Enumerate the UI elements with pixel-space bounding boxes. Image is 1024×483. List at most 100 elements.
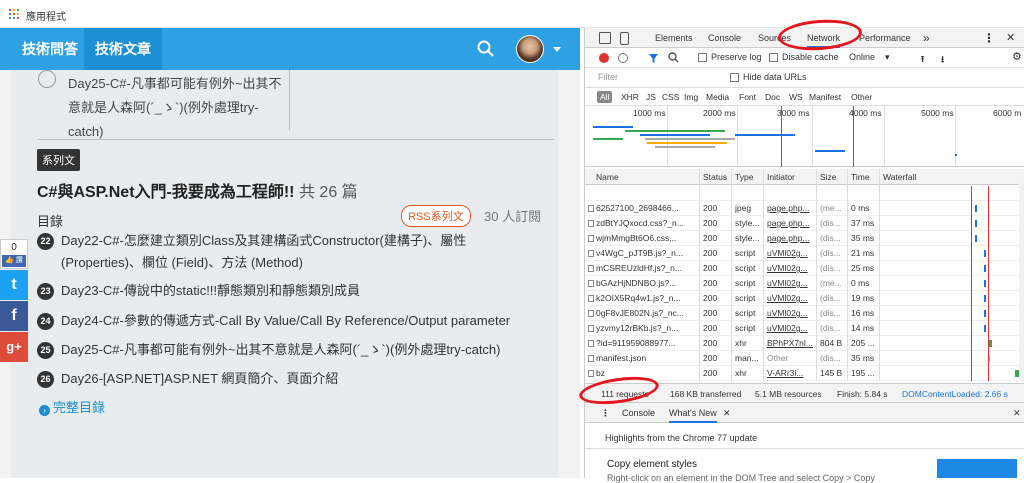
throttle-select[interactable]: Online	[849, 52, 875, 62]
type-other[interactable]: Other	[851, 92, 872, 102]
item-link[interactable]: Day25-C#-凡事都可能有例外~出其不意就是人森阿(´_ゝ`)(例外處理tr…	[61, 339, 531, 361]
list-item[interactable]: 22 Day22-C#-怎麼建立類別Class及其建構函式Constructor…	[37, 230, 517, 274]
table-row[interactable]: yzvmy12rBKb.js?_n... 200 script uVMl02g... (…	[585, 321, 1024, 336]
close-icon[interactable]: ✕	[1006, 28, 1015, 48]
facebook-icon[interactable]: f	[0, 301, 28, 331]
list-item[interactable]: 24 Day24-C#-參數的傳遞方式-Call By Value/Call B…	[37, 310, 517, 332]
gear-icon[interactable]: ⚙	[1012, 50, 1022, 63]
record-icon[interactable]	[599, 53, 609, 63]
col-waterfall[interactable]: Waterfall	[883, 172, 916, 182]
list-item[interactable]: 23 Day23-C#-傳說中的static!!!靜態類別和靜態類別成員	[37, 280, 517, 302]
cell-name[interactable]: wjmMmgBt6O6.css...	[596, 233, 696, 243]
type-img[interactable]: Img	[684, 92, 698, 102]
prev-article[interactable]: Day25-C#-凡事都可能有例外~出其不意就是人森阿(´_ゝ`)(例外處理tr…	[38, 70, 288, 144]
col-size[interactable]: Size	[820, 172, 837, 182]
type-ws[interactable]: WS	[789, 92, 803, 102]
type-font[interactable]: Font	[739, 92, 756, 102]
cell-name[interactable]: zdBtYJQxocd.css?_n...	[596, 218, 696, 228]
drawer-tab-whatsnew[interactable]: What's New	[669, 403, 717, 423]
cell-name[interactable]: bGAzHjNDNBO.js?...	[596, 278, 696, 288]
apps-icon[interactable]	[9, 9, 19, 19]
drawer-menu-icon[interactable]: ⋮	[601, 403, 610, 423]
cell-name[interactable]: v4WgC_pJT9B.js?_n...	[596, 248, 696, 258]
cell-init[interactable]: uVMl02g...	[767, 278, 815, 288]
cell-name[interactable]: bz	[596, 368, 696, 378]
table-row[interactable]: mCSREUzldHf.js?_n... 200 script uVMl02g... (…	[585, 261, 1024, 276]
col-name[interactable]: Name	[596, 172, 619, 182]
cell-init[interactable]: uVMl02g...	[767, 323, 815, 333]
tab-performance[interactable]: Performance	[859, 28, 911, 48]
table-row[interactable]: v4WgC_pJT9B.js?_n... 200 script uVMl02g... (…	[585, 246, 1024, 261]
full-toc-label[interactable]: 完整目錄	[53, 400, 105, 415]
table-row[interactable]: 62527100_2698466... 200 jpeg page.php... (me…	[585, 201, 1024, 216]
search-icon[interactable]	[668, 52, 679, 63]
full-toc-link[interactable]: › 完整目錄	[39, 397, 105, 416]
cell-name[interactable]: yzvmy12rBKb.js?_n...	[596, 323, 696, 333]
cell-name[interactable]: 0gF8vJE802N.js?_nc...	[596, 308, 696, 318]
list-item[interactable]: 26 Day26-[ASP.NET]ASP.NET 網頁簡介、頁面介紹	[37, 368, 517, 390]
item-link[interactable]: Day23-C#-傳說中的static!!!靜態類別和靜態類別成員	[61, 280, 531, 302]
cell-init[interactable]: uVMl02g...	[767, 248, 815, 258]
series-title[interactable]: C#與ASP.Net入門-我要成為工程師!! 共 26 篇	[37, 178, 358, 202]
google-plus-icon[interactable]: g+	[0, 332, 28, 362]
preserve-log-checkbox[interactable]	[698, 53, 707, 62]
device-toolbar-icon[interactable]	[620, 32, 629, 45]
table-row[interactable]: zdBtYJQxocd.css?_n... 200 style... page.php…	[585, 216, 1024, 231]
tab-console[interactable]: Console	[708, 28, 741, 48]
cell-name[interactable]: mCSREUzldHf.js?_n...	[596, 263, 696, 273]
type-css[interactable]: CSS	[662, 92, 679, 102]
fb-like-box[interactable]: 0 👍 讚	[0, 239, 28, 269]
table-row[interactable]: manifest.json 200 man... Other (dis... 35 ms	[585, 351, 1024, 366]
type-media[interactable]: Media	[706, 92, 729, 102]
item-link[interactable]: Day26-[ASP.NET]ASP.NET 網頁簡介、頁面介紹	[61, 368, 531, 390]
table-row[interactable]	[585, 186, 1024, 201]
scrollbar[interactable]	[1019, 183, 1024, 381]
tab-elements[interactable]: Elements	[655, 28, 693, 48]
item-link[interactable]: Day22-C#-怎麼建立類別Class及其建構函式Constructor(建構…	[61, 230, 531, 274]
drawer-tab-console[interactable]: Console	[622, 403, 655, 423]
clear-icon[interactable]	[618, 53, 628, 63]
list-item[interactable]: 25 Day25-C#-凡事都可能有例外~出其不意就是人森阿(´_ゝ`)(例外處…	[37, 339, 517, 361]
cell-name[interactable]: manifest.json	[596, 353, 696, 363]
chevron-down-icon[interactable]: ▾	[885, 52, 890, 63]
cell-name[interactable]: 62527100_2698466...	[596, 203, 696, 213]
search-icon[interactable]	[477, 40, 495, 58]
item-link[interactable]: Day24-C#-參數的傳遞方式-Call By Value/Call By R…	[61, 310, 531, 332]
apps-label[interactable]: 應用程式	[26, 8, 66, 23]
fb-like-button[interactable]: 👍 讚	[2, 255, 26, 267]
disable-cache-checkbox[interactable]	[769, 53, 778, 62]
filter-icon[interactable]	[648, 53, 659, 64]
twitter-icon[interactable]: t	[0, 270, 28, 300]
cell-init[interactable]: V-ARr3l...	[767, 368, 815, 378]
type-xhr[interactable]: XHR	[621, 92, 639, 102]
more-tabs-icon[interactable]: »	[923, 28, 930, 48]
col-type[interactable]: Type	[735, 172, 753, 182]
cell-name[interactable]: k2OIX5Rq4w1.js?_n...	[596, 293, 696, 303]
type-manifest[interactable]: Manifest	[809, 92, 841, 102]
kebab-menu-icon[interactable]: ⋮	[983, 28, 995, 48]
network-overview[interactable]: 1000 ms 2000 ms 3000 ms 4000 ms 5000 ms …	[585, 106, 1024, 167]
cell-init[interactable]: page.php...	[767, 218, 815, 228]
rss-button[interactable]: RSS系列文	[401, 205, 471, 227]
close-drawer-icon[interactable]: ✕	[1013, 403, 1021, 423]
cell-init[interactable]: uVMl02g...	[767, 263, 815, 273]
series-title-text[interactable]: C#與ASP.Net入門-我要成為工程師!!	[37, 184, 295, 201]
import-icon[interactable]: ⭱	[921, 52, 924, 68]
chevron-down-icon[interactable]	[553, 47, 561, 52]
table-row[interactable]: wjmMmgBt6O6.css... 200 style... page.php...…	[585, 231, 1024, 246]
type-js[interactable]: JS	[646, 92, 656, 102]
filter-input[interactable]: Filter	[598, 72, 618, 82]
inspect-icon[interactable]	[599, 32, 611, 44]
hide-data-urls-checkbox[interactable]	[730, 73, 739, 82]
type-all[interactable]: All	[597, 91, 613, 103]
table-row[interactable]: k2OIX5Rq4w1.js?_n... 200 script uVMl02g... (…	[585, 291, 1024, 306]
cell-init[interactable]: Other	[767, 353, 815, 363]
col-status[interactable]: Status	[703, 172, 727, 182]
cell-init[interactable]: BPhPX7nl...	[767, 338, 815, 348]
cell-init[interactable]: uVMl02g...	[767, 293, 815, 303]
table-row[interactable]: ?id=911959088977... 200 xhr BPhPX7nl... 804 …	[585, 336, 1024, 351]
cell-init[interactable]: page.php...	[767, 233, 815, 243]
tab-qa[interactable]: 技術問答	[11, 28, 89, 70]
cell-init[interactable]: page.php...	[767, 203, 815, 213]
close-icon[interactable]: ✕	[723, 403, 731, 423]
